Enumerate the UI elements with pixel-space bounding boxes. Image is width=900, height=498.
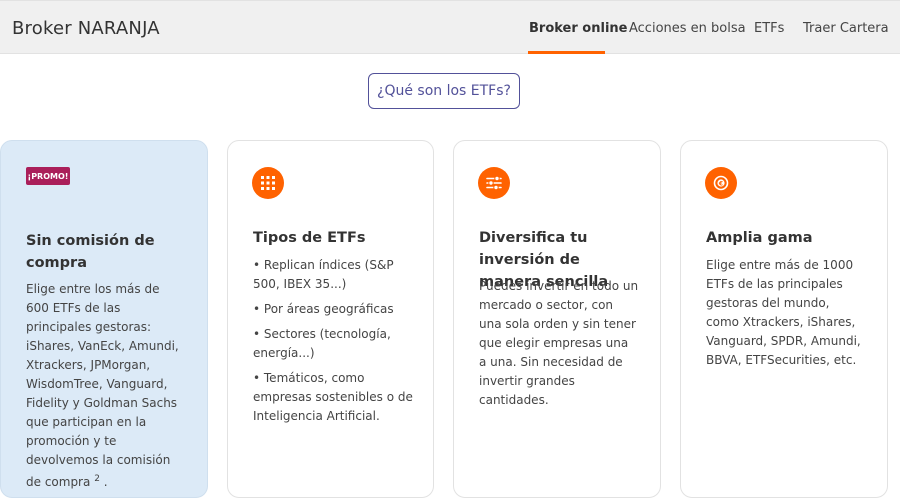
svg-text:€: € <box>718 180 723 187</box>
promo-badge: ¡PROMO! <box>26 167 70 185</box>
promo-text: Elige entre los más de 600 ETFs de las p… <box>26 282 179 489</box>
grid-icon <box>252 167 284 199</box>
etf-types-list: • Replican índices (S&P 500, IBEX 35...)… <box>253 256 423 432</box>
nav-etfs[interactable]: ETFs <box>754 21 784 36</box>
top-navigation-bar: Broker NARANJA Broker online Acciones en… <box>0 0 900 54</box>
promo-text-end: . <box>103 475 108 489</box>
list-item: • Temáticos, como empresas sostenibles o… <box>253 371 413 423</box>
card-description: Elige entre los más de 600 ETFs de las p… <box>26 280 184 492</box>
list-item: • Replican índices (S&P 500, IBEX 35...) <box>253 258 394 291</box>
card-description: Elige entre más de 1000 ETFs de las prin… <box>706 258 861 367</box>
footnote-link[interactable]: 2 <box>94 474 100 484</box>
diversify-card: Diversifica tu inversión de manera senci… <box>453 140 661 498</box>
card-title: Sin comisión de compra <box>26 233 155 271</box>
wide-range-card: € Amplia gama Elige entre más de 1000 ET… <box>680 140 888 498</box>
what-are-etfs-button[interactable]: ¿Qué son los ETFs? <box>368 73 520 109</box>
sliders-icon <box>478 167 510 199</box>
brand-name[interactable]: Broker NARANJA <box>12 18 160 39</box>
promo-card: ¡PROMO! Sin comisión de compra Elige ent… <box>0 140 208 498</box>
active-nav-indicator <box>528 51 605 54</box>
etf-types-card: Tipos de ETFs • Replican índices (S&P 50… <box>227 140 434 498</box>
list-item: • Sectores (tecnología, energía...) <box>253 327 391 360</box>
nav-acciones-en-bolsa[interactable]: Acciones en bolsa <box>629 21 746 36</box>
card-title: Amplia gama <box>706 230 813 246</box>
card-description: Puedes invertir en todo un mercado o sec… <box>479 279 639 407</box>
list-item: • Por áreas geográficas <box>253 302 394 316</box>
nav-broker-online[interactable]: Broker online <box>529 21 627 36</box>
nav-traer-cartera[interactable]: Traer Cartera <box>803 21 889 36</box>
euro-coin-icon: € <box>705 167 737 199</box>
card-title: Tipos de ETFs <box>253 230 366 246</box>
